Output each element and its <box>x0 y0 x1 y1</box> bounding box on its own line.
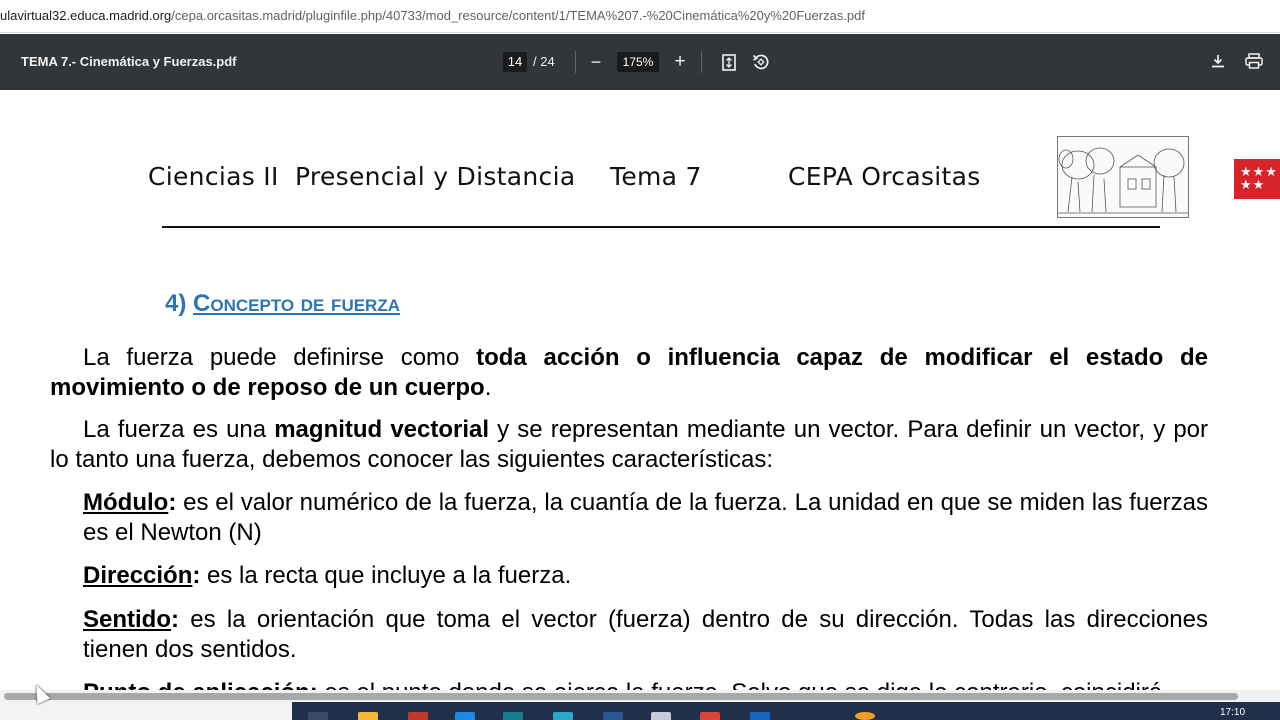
definition-term: Módulo <box>83 489 169 516</box>
print-icon[interactable] <box>1243 50 1265 72</box>
app-icon[interactable] <box>855 712 875 720</box>
definition-text: es la orientación que toma el vector (fu… <box>83 606 1208 663</box>
taskbar-clock: 17:10 <box>1220 707 1246 718</box>
definition-modulo: Módulo: es el valor numérico de la fuerz… <box>83 489 1208 546</box>
madrid-flag-logo: ★★★ ★★ <box>1234 159 1280 199</box>
paragraph-force-definition: La fuerza puede definirse como toda acci… <box>50 343 1208 403</box>
definition-punto-aplicacion: Punto de aplicación: es el punto donde s… <box>83 678 1208 690</box>
header-mode: Presencial y Distancia <box>295 162 576 191</box>
definition-direccion: Dirección: es la recta que incluye a la … <box>83 562 572 589</box>
definition-sentido: Sentido: es la orientación que toma el v… <box>83 606 1208 663</box>
zoom-out-icon[interactable]: − <box>585 51 607 73</box>
file-explorer-icon[interactable] <box>358 712 378 720</box>
header-course: Ciencias II <box>148 162 279 191</box>
toolbar-divider <box>575 51 576 73</box>
definition-text: es la recta que incluye a la fuerza. <box>200 562 572 589</box>
paragraph-vector: La fuerza es una magnitud vectorial y se… <box>50 415 1208 475</box>
header-topic: Tema 7 <box>610 162 702 191</box>
pdf-page: Ciencias II Presencial y Distancia Tema … <box>0 90 1280 690</box>
app-icon[interactable] <box>750 712 770 720</box>
section-heading: 4) Concepto de fuerza <box>165 290 400 318</box>
scrollbar-thumb[interactable] <box>4 693 1238 700</box>
app-icon[interactable] <box>503 712 523 720</box>
pdf-toolbar: TEMA 7.- Cinemática y Fuerzas.pdf 14 / 2… <box>0 34 1280 90</box>
document-title: TEMA 7.- Cinemática y Fuerzas.pdf <box>21 54 237 69</box>
word-icon[interactable] <box>603 712 623 720</box>
app-icon[interactable] <box>651 712 671 720</box>
download-icon[interactable] <box>1207 50 1229 72</box>
page-number-input[interactable]: 14 <box>503 52 527 72</box>
app-icon[interactable] <box>455 712 475 720</box>
definition-term: Sentido <box>83 606 171 633</box>
url-text[interactable]: ulavirtual32.educa.madrid.org/cepa.orcas… <box>0 8 865 23</box>
url-path: /cepa.orcasitas.madrid/pluginfile.php/40… <box>171 8 865 23</box>
zoom-level-input[interactable]: 175% <box>617 52 659 72</box>
section-title: Concepto de fuerza <box>193 290 400 317</box>
rotate-icon[interactable] <box>750 51 772 73</box>
definition-term: Punto de aplicación <box>83 679 310 690</box>
header-rule <box>162 226 1160 228</box>
address-bar[interactable]: ulavirtual32.educa.madrid.org/cepa.orcas… <box>0 0 1280 33</box>
edge-icon[interactable] <box>553 712 573 720</box>
definition-text: es el punto donde se ejerce la fuerza. S… <box>318 679 1162 690</box>
section-number: 4) <box>165 290 187 317</box>
app-icon[interactable] <box>408 712 428 720</box>
chrome-icon[interactable] <box>700 712 720 720</box>
definition-text: es el valor numérico de la fuerza, la cu… <box>83 489 1208 546</box>
fit-page-icon[interactable] <box>718 51 740 73</box>
definition-term: Dirección <box>83 562 193 589</box>
header-school: CEPA Orcasitas <box>788 162 981 191</box>
text-run: La fuerza es una <box>83 416 275 443</box>
text-run: La fuerza puede definirse como <box>83 344 477 371</box>
zoom-in-icon[interactable]: + <box>669 51 691 73</box>
url-host: ulavirtual32.educa.madrid.org <box>0 8 172 23</box>
taskbar-search-box[interactable] <box>0 702 292 720</box>
task-view-icon[interactable] <box>308 712 328 720</box>
page-total: / 24 <box>533 54 555 69</box>
taskbar: 17:10 <box>0 702 1280 720</box>
toolbar-divider <box>701 51 702 73</box>
horizontal-scrollbar[interactable] <box>0 690 1280 702</box>
school-sketch-image <box>1057 136 1189 218</box>
text-run-bold: magnitud vectorial <box>274 416 490 443</box>
text-run: . <box>484 374 492 401</box>
